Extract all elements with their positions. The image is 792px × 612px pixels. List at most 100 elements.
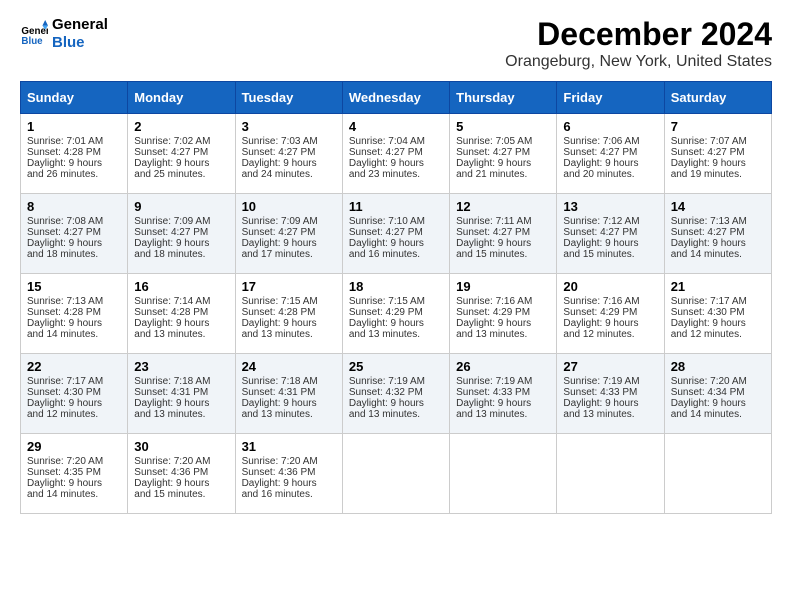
daylight-text: Daylight: 9 hours and 13 minutes.: [134, 398, 228, 420]
calendar-cell: 23Sunrise: 7:18 AMSunset: 4:31 PMDayligh…: [128, 354, 235, 434]
calendar-cell: 19 Sunrise: 7:16 AMSunset: 4:29 PMDayligh…: [450, 274, 557, 354]
day-number: 27: [563, 359, 657, 374]
sunrise-text: Sunrise: 7:20 AM: [242, 456, 336, 467]
sunset-text: Sunset: 4:30 PM: [671, 307, 765, 318]
day-number: 10: [242, 199, 336, 214]
sunrise-text: Sunrise: 7:16 AM: [456, 296, 550, 307]
daylight-text: Daylight: 9 hours and 16 minutes.: [242, 478, 336, 500]
sunrise-text: Sunrise: 7:14 AM: [134, 296, 228, 307]
day-number: 22: [27, 359, 121, 374]
sunrise-text: Sunrise: 7:18 AM: [242, 376, 336, 387]
daylight-text: Daylight: 9 hours and 21 minutes.: [456, 158, 550, 180]
sunset-text: Sunset: 4:27 PM: [134, 227, 228, 238]
week-row-2: 8Sunrise: 7:08 AMSunset: 4:27 PMDaylight…: [21, 194, 772, 274]
sunset-text: Sunset: 4:27 PM: [563, 227, 657, 238]
daylight-text: Daylight: 9 hours and 13 minutes.: [242, 398, 336, 420]
calendar-cell: 20Sunrise: 7:16 AMSunset: 4:29 PMDayligh…: [557, 274, 664, 354]
calendar-cell: [342, 434, 449, 514]
header-cell-wednesday: Wednesday: [342, 82, 449, 114]
daylight-text: Daylight: 9 hours and 15 minutes.: [563, 238, 657, 260]
calendar-cell: [664, 434, 771, 514]
day-number: 23: [134, 359, 228, 374]
daylight-text: Daylight: 9 hours and 13 minutes.: [349, 318, 443, 340]
sunset-text: Sunset: 4:27 PM: [671, 227, 765, 238]
header-row: SundayMondayTuesdayWednesdayThursdayFrid…: [21, 82, 772, 114]
sunrise-text: Sunrise: 7:15 AM: [242, 296, 336, 307]
calendar-cell: 6 Sunrise: 7:06 AMSunset: 4:27 PMDaylight…: [557, 114, 664, 194]
sunset-text: Sunset: 4:27 PM: [134, 147, 228, 158]
calendar-cell: 5Sunrise: 7:05 AMSunset: 4:27 PMDaylight…: [450, 114, 557, 194]
daylight-text: Daylight: 9 hours and 12 minutes.: [671, 318, 765, 340]
daylight-text: Daylight: 9 hours and 13 minutes.: [242, 318, 336, 340]
day-number: 26: [456, 359, 550, 374]
sunset-text: Sunset: 4:27 PM: [456, 227, 550, 238]
sunset-text: Sunset: 4:36 PM: [134, 467, 228, 478]
sunset-text: Sunset: 4:33 PM: [456, 387, 550, 398]
day-number: 9: [134, 199, 228, 214]
day-number: 11: [349, 199, 443, 214]
calendar-cell: 10Sunrise: 7:09 AMSunset: 4:27 PMDayligh…: [235, 194, 342, 274]
daylight-text: Daylight: 9 hours and 17 minutes.: [242, 238, 336, 260]
header-cell-monday: Monday: [128, 82, 235, 114]
logo-line1: General: [52, 16, 108, 34]
calendar-cell: 17Sunrise: 7:15 AMSunset: 4:28 PMDayligh…: [235, 274, 342, 354]
day-number: 13: [563, 199, 657, 214]
daylight-text: Daylight: 9 hours and 13 minutes.: [349, 398, 443, 420]
calendar-cell: 26Sunrise: 7:19 AMSunset: 4:33 PMDayligh…: [450, 354, 557, 434]
calendar-cell: 24Sunrise: 7:18 AMSunset: 4:31 PMDayligh…: [235, 354, 342, 434]
logo-icon: General Blue: [20, 20, 48, 48]
sunrise-text: Sunrise: 7:17 AM: [671, 296, 765, 307]
sunrise-text: Sunrise: 7:01 AM: [27, 136, 121, 147]
day-number: 6: [563, 119, 657, 134]
header-cell-saturday: Saturday: [664, 82, 771, 114]
day-number: 16: [134, 279, 228, 294]
daylight-text: Daylight: 9 hours and 14 minutes.: [27, 318, 121, 340]
header-cell-sunday: Sunday: [21, 82, 128, 114]
sunrise-text: Sunrise: 7:06 AM: [563, 136, 657, 147]
daylight-text: Daylight: 9 hours and 14 minutes.: [671, 238, 765, 260]
calendar-cell: 22Sunrise: 7:17 AMSunset: 4:30 PMDayligh…: [21, 354, 128, 434]
calendar-cell: 18 Sunrise: 7:15 AMSunset: 4:29 PMDayligh…: [342, 274, 449, 354]
day-number: 12: [456, 199, 550, 214]
sunset-text: Sunset: 4:29 PM: [563, 307, 657, 318]
sunrise-text: Sunrise: 7:04 AM: [349, 136, 443, 147]
header-cell-friday: Friday: [557, 82, 664, 114]
sunset-text: Sunset: 4:29 PM: [349, 307, 443, 318]
calendar-cell: 21Sunrise: 7:17 AMSunset: 4:30 PMDayligh…: [664, 274, 771, 354]
calendar-cell: 8Sunrise: 7:08 AMSunset: 4:27 PMDaylight…: [21, 194, 128, 274]
calendar-cell: 30Sunrise: 7:20 AMSunset: 4:36 PMDayligh…: [128, 434, 235, 514]
calendar-cell: 16Sunrise: 7:14 AMSunset: 4:28 PMDayligh…: [128, 274, 235, 354]
sunset-text: Sunset: 4:27 PM: [671, 147, 765, 158]
calendar-cell: [557, 434, 664, 514]
header-cell-thursday: Thursday: [450, 82, 557, 114]
calendar-cell: 2Sunrise: 7:02 AMSunset: 4:27 PMDaylight…: [128, 114, 235, 194]
calendar-cell: 25Sunrise: 7:19 AMSunset: 4:32 PMDayligh…: [342, 354, 449, 434]
title-area: December 2024 Orangeburg, New York, Unit…: [505, 16, 772, 71]
daylight-text: Daylight: 9 hours and 13 minutes.: [456, 318, 550, 340]
calendar-cell: 29Sunrise: 7:20 AMSunset: 4:35 PMDayligh…: [21, 434, 128, 514]
day-number: 4: [349, 119, 443, 134]
day-number: 5: [456, 119, 550, 134]
day-number: 29: [27, 439, 121, 454]
day-number: 18: [349, 279, 443, 294]
daylight-text: Daylight: 9 hours and 14 minutes.: [27, 478, 121, 500]
calendar-cell: 31Sunrise: 7:20 AMSunset: 4:36 PMDayligh…: [235, 434, 342, 514]
day-number: 30: [134, 439, 228, 454]
sunrise-text: Sunrise: 7:15 AM: [349, 296, 443, 307]
day-number: 3: [242, 119, 336, 134]
day-number: 25: [349, 359, 443, 374]
header-cell-tuesday: Tuesday: [235, 82, 342, 114]
day-number: 19: [456, 279, 550, 294]
day-number: 31: [242, 439, 336, 454]
header: General Blue General Blue December 2024 …: [20, 16, 772, 71]
sunset-text: Sunset: 4:29 PM: [456, 307, 550, 318]
calendar-cell: 1Sunrise: 7:01 AMSunset: 4:28 PMDaylight…: [21, 114, 128, 194]
sunset-text: Sunset: 4:27 PM: [563, 147, 657, 158]
daylight-text: Daylight: 9 hours and 20 minutes.: [563, 158, 657, 180]
sunset-text: Sunset: 4:27 PM: [456, 147, 550, 158]
sunrise-text: Sunrise: 7:10 AM: [349, 216, 443, 227]
daylight-text: Daylight: 9 hours and 26 minutes.: [27, 158, 121, 180]
day-number: 20: [563, 279, 657, 294]
daylight-text: Daylight: 9 hours and 25 minutes.: [134, 158, 228, 180]
daylight-text: Daylight: 9 hours and 16 minutes.: [349, 238, 443, 260]
